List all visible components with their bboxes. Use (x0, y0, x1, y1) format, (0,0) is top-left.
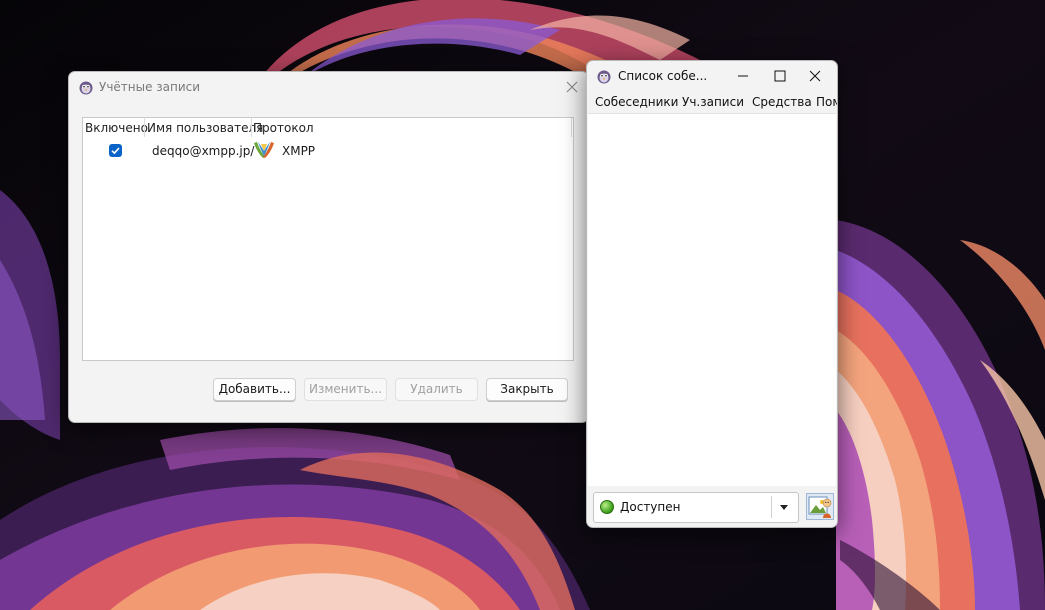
buddy-icon (808, 496, 832, 518)
close-button[interactable]: Закрыть (486, 378, 568, 401)
column-divider[interactable] (144, 118, 145, 137)
enabled-checkbox[interactable] (109, 144, 122, 157)
buddy-titlebar[interactable]: Список собе... (587, 61, 837, 91)
column-protocol[interactable]: Протокол (253, 121, 314, 135)
protocol-cell: XMPP (282, 144, 316, 158)
available-status-icon (600, 500, 614, 514)
edit-account-button[interactable]: Изменить... (304, 378, 387, 401)
checkmark-icon (111, 147, 120, 155)
buddy-list-area[interactable] (588, 113, 836, 486)
menu-accounts[interactable]: Уч.записи (682, 95, 744, 109)
add-account-button[interactable]: Добавить... (213, 378, 296, 401)
delete-account-button[interactable]: Удалить (395, 378, 478, 401)
chevron-down-icon[interactable] (780, 505, 788, 510)
list-header: Включено Имя пользователя Протокол (83, 118, 573, 137)
buddy-icon-button[interactable] (806, 493, 834, 520)
pidgin-icon (79, 81, 93, 95)
buddy-list-window: Список собе... Собеседники Уч.записи Сре… (586, 60, 838, 528)
buddy-title: Список собе... (618, 69, 708, 83)
status-divider (771, 496, 772, 518)
column-divider[interactable] (571, 118, 572, 137)
pidgin-icon (597, 70, 611, 84)
xmpp-icon (254, 142, 274, 158)
username-cell: deqqo@xmpp.jp/ (152, 144, 255, 158)
status-label: Доступен (620, 500, 681, 514)
column-divider[interactable] (251, 118, 252, 137)
column-username[interactable]: Имя пользователя (147, 121, 263, 135)
accounts-list[interactable]: Включено Имя пользователя Протокол deqqo… (82, 117, 574, 361)
status-selector[interactable]: Доступен (593, 492, 799, 523)
menu-bar: Собеседники Уч.записи Средства Пом (587, 91, 837, 113)
accounts-title: Учётные записи (99, 80, 201, 94)
menu-tools[interactable]: Средства (752, 95, 812, 109)
accounts-window: Учётные записи Включено Имя пользователя… (68, 71, 589, 423)
close-icon[interactable] (563, 78, 581, 96)
menu-buddies[interactable]: Собеседники (595, 95, 678, 109)
close-icon[interactable] (792, 61, 838, 91)
column-enabled[interactable]: Включено (85, 121, 148, 135)
menu-help[interactable]: Пом (816, 95, 837, 109)
table-row[interactable]: deqqo@xmpp.jp/ XMPP (83, 140, 573, 162)
accounts-titlebar[interactable]: Учётные записи (69, 72, 588, 102)
